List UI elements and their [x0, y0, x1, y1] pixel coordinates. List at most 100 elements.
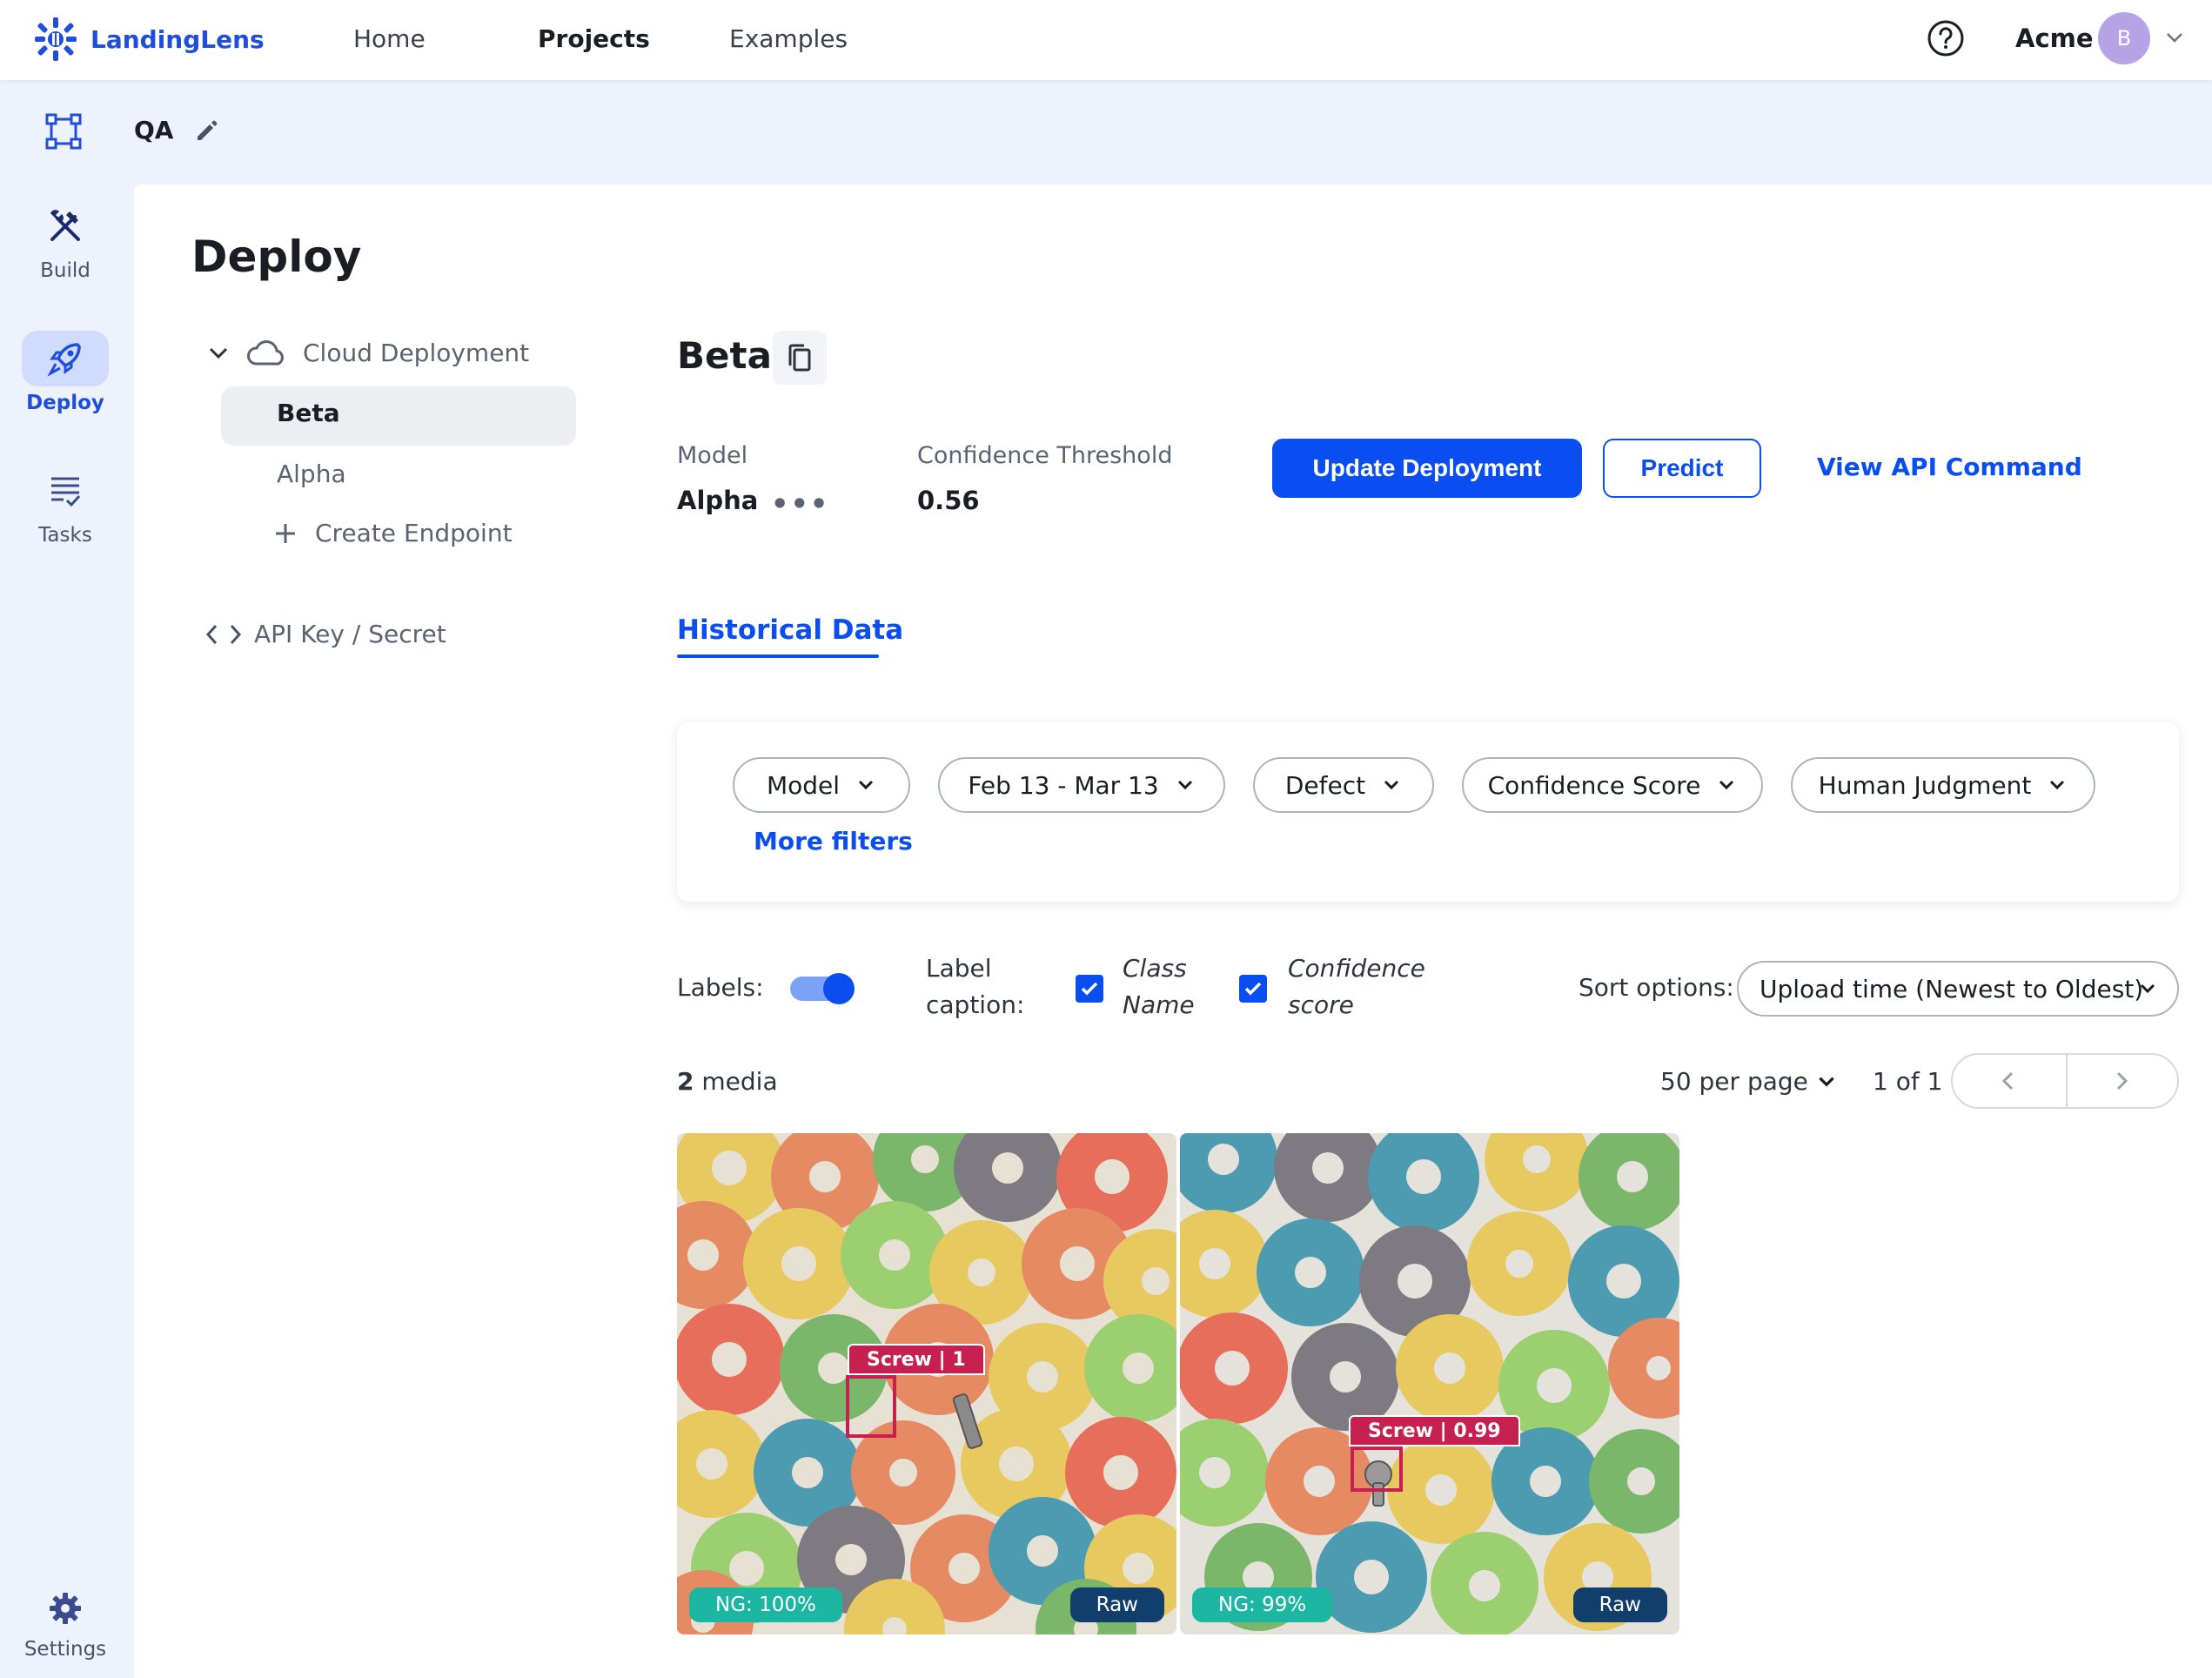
tasks-icon	[22, 463, 109, 519]
model-value: Alpha	[677, 486, 759, 515]
filter-confidence[interactable]: Confidence Score	[1462, 757, 1763, 813]
chevron-down-icon	[2050, 780, 2065, 790]
label-caption-line2: caption:	[926, 990, 1025, 1019]
cloud-deployment-group[interactable]: Cloud Deployment	[205, 338, 529, 367]
rail-build[interactable]: Build	[0, 198, 131, 282]
confidence-score-line1: Confidence	[1288, 954, 1425, 983]
nav-projects[interactable]: Projects	[538, 24, 650, 53]
project-icon[interactable]	[44, 111, 84, 151]
api-key-link[interactable]: API Key / Secret	[205, 620, 446, 648]
create-endpoint-label: Create Endpoint	[315, 519, 513, 547]
raw-badge[interactable]: Raw	[1572, 1587, 1667, 1622]
endpoint-alpha[interactable]: Alpha	[277, 460, 346, 488]
more-filters-link[interactable]: More filters	[754, 827, 913, 856]
filter-confidence-label: Confidence Score	[1487, 770, 1701, 800]
rail-settings-label: Settings	[23, 1638, 107, 1661]
check-icon	[1081, 982, 1098, 996]
landinglens-logo-icon	[35, 17, 77, 61]
filter-date[interactable]: Feb 13 - Mar 13	[938, 757, 1225, 813]
pagination-divider	[2066, 1055, 2068, 1107]
sort-select[interactable]: Upload time (Newest to Oldest)	[1737, 961, 2179, 1017]
ng-badge: NG: 99%	[1192, 1587, 1333, 1622]
sort-options-label: Sort options:	[1579, 973, 1734, 1002]
rail-tasks[interactable]: Tasks	[0, 463, 131, 547]
view-api-command-link[interactable]: View API Command	[1817, 453, 2082, 481]
chevron-down-icon	[2140, 983, 2155, 994]
class-name-line2: Name	[1123, 990, 1195, 1019]
pagination	[1951, 1053, 2179, 1109]
create-endpoint-button[interactable]: Create Endpoint	[273, 519, 513, 547]
threshold-value: 0.56	[917, 486, 980, 515]
media-count-label: media	[701, 1067, 778, 1096]
page-title: Deploy	[191, 232, 362, 282]
tab-historical-data[interactable]: Historical Data	[677, 614, 903, 646]
chevron-down-icon[interactable]	[2163, 26, 2186, 49]
deployment-title: Beta	[677, 334, 772, 377]
code-icon	[205, 624, 242, 644]
avatar[interactable]: B	[2098, 12, 2150, 64]
copy-button[interactable]	[773, 331, 827, 385]
ng-badge: NG: 100%	[689, 1587, 842, 1622]
top-bar: LandingLens Home Projects Examples Acme …	[0, 0, 2212, 80]
org-name[interactable]: Acme	[2015, 23, 2094, 53]
filter-model[interactable]: Model	[733, 757, 910, 813]
nav-home[interactable]: Home	[353, 24, 426, 53]
tab-underline	[677, 654, 879, 658]
per-page-select[interactable]: 50 per page	[1660, 1067, 1808, 1096]
plus-icon	[276, 523, 295, 543]
filter-model-label: Model	[766, 770, 841, 800]
app-name: LandingLens	[90, 24, 265, 54]
chevron-left-icon[interactable]	[1996, 1069, 2021, 1093]
rail-settings[interactable]: Settings	[0, 1584, 131, 1661]
label-caption-line1: Label	[926, 954, 992, 983]
threshold-label: Confidence Threshold	[917, 442, 1173, 469]
update-deployment-button[interactable]: Update Deployment	[1272, 439, 1582, 498]
rail-tasks-label: Tasks	[38, 524, 92, 547]
rocket-icon	[22, 331, 109, 386]
filter-defect[interactable]: Defect	[1253, 757, 1434, 813]
media-count-number: 2	[677, 1067, 694, 1096]
endpoint-beta[interactable]: Beta	[277, 399, 340, 427]
cloud-icon	[247, 340, 284, 366]
api-key-label: API Key / Secret	[254, 620, 446, 648]
rail-build-label: Build	[40, 259, 90, 282]
filter-human-judgment-label: Human Judgment	[1818, 770, 2032, 800]
class-name-checkbox[interactable]	[1076, 975, 1103, 1003]
check-icon	[1244, 982, 1262, 996]
labels-label: Labels:	[677, 973, 764, 1002]
labels-toggle[interactable]	[790, 973, 856, 1004]
bounding-box[interactable]	[846, 1375, 896, 1438]
chevron-down-icon	[1719, 780, 1734, 790]
build-icon	[22, 198, 109, 254]
app-logo[interactable]: LandingLens	[33, 16, 265, 63]
cereal-image	[677, 1133, 1176, 1634]
class-name-label: Class Name	[1123, 950, 1195, 1024]
media-card[interactable]: Screw | 1 NG: 100% Raw	[677, 1133, 1176, 1634]
filter-defect-label: Defect	[1284, 770, 1366, 800]
filter-date-label: Feb 13 - Mar 13	[968, 770, 1159, 800]
predict-button[interactable]: Predict	[1603, 439, 1761, 498]
chevron-right-icon[interactable]	[2109, 1069, 2134, 1093]
nav-examples[interactable]: Examples	[729, 24, 848, 53]
help-icon[interactable]	[1927, 19, 1965, 57]
chevron-down-icon	[1177, 780, 1192, 790]
class-name-line1: Class	[1123, 954, 1187, 983]
bounding-box[interactable]	[1351, 1446, 1403, 1492]
chevron-down-icon	[858, 780, 874, 790]
chevron-down-icon[interactable]	[1815, 1071, 1838, 1093]
raw-badge[interactable]: Raw	[1069, 1587, 1164, 1622]
chevron-down-icon	[1384, 780, 1399, 790]
edit-icon[interactable]	[193, 117, 221, 144]
confidence-score-checkbox[interactable]	[1239, 975, 1267, 1003]
more-options-icon[interactable]: •••	[771, 487, 829, 520]
cereal-image	[1180, 1133, 1679, 1634]
rail-deploy[interactable]: Deploy	[0, 331, 131, 414]
rail-deploy-label: Deploy	[26, 392, 104, 414]
filter-human-judgment[interactable]: Human Judgment	[1791, 757, 2095, 813]
confidence-score-line2: score	[1288, 990, 1354, 1019]
model-label: Model	[677, 442, 748, 469]
bbox-label: Screw | 0.99	[1349, 1415, 1520, 1446]
endpoint-selected-bg	[221, 386, 576, 446]
media-card[interactable]: Screw | 0.99 NG: 99% Raw	[1180, 1133, 1679, 1634]
confidence-score-label: Confidence score	[1288, 950, 1425, 1024]
